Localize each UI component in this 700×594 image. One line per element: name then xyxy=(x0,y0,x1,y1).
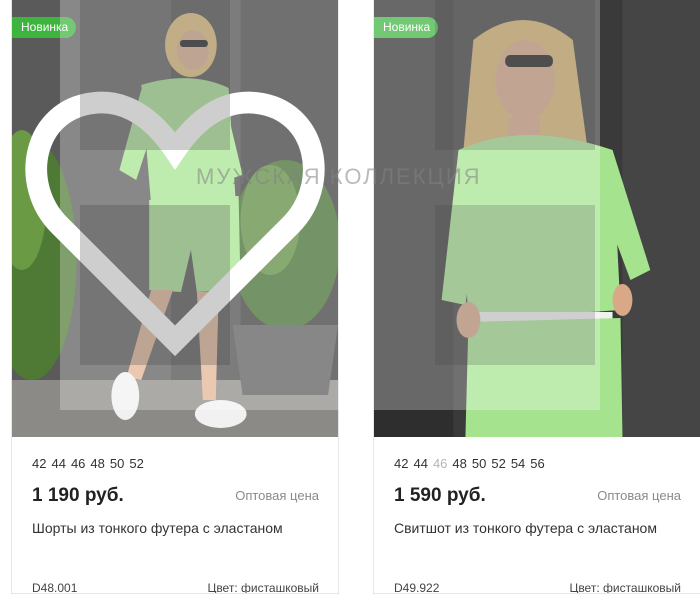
size-option[interactable]: 50 xyxy=(110,456,124,471)
price: 1 190 руб. xyxy=(32,485,124,506)
size-option[interactable]: 56 xyxy=(530,456,544,471)
product-sku: D48.001 xyxy=(32,581,78,594)
size-option[interactable]: 46 xyxy=(71,456,85,471)
product-title[interactable]: Свитшот из тонкого футера с эластаном xyxy=(394,519,684,537)
size-option[interactable]: 54 xyxy=(511,456,525,471)
size-option[interactable]: 44 xyxy=(413,456,427,471)
new-badge: Новинка xyxy=(374,17,439,38)
product-color: Цвет: фисташковый xyxy=(569,581,681,594)
product-photo[interactable]: Новинка xyxy=(12,0,338,437)
collection-banner-text: МУЖСКАЯ КОЛЛЕКЦИЯ xyxy=(196,164,482,189)
size-list: 42 44 46 48 50 52 54 56 xyxy=(394,456,550,471)
product-photo[interactable]: Новинка xyxy=(374,0,700,437)
size-option[interactable]: 42 xyxy=(394,456,408,471)
size-option[interactable]: 48 xyxy=(90,456,104,471)
product-card[interactable]: Новинка 42 44 46 48 50 52 1 190 руб. Оптовая … xyxy=(11,0,339,594)
size-option[interactable]: 52 xyxy=(129,456,143,471)
product-card[interactable]: Новинка 42 44 46 48 50 52 54 56 1 590 руб. Опто… xyxy=(373,0,700,594)
heart-icon[interactable] xyxy=(12,0,338,437)
size-option[interactable]: 52 xyxy=(491,456,505,471)
price: 1 590 руб. xyxy=(394,485,486,506)
wholesale-price-label[interactable]: Оптовая цена xyxy=(597,488,681,503)
product-title[interactable]: Шорты из тонкого футера с эластаном xyxy=(32,519,322,537)
wholesale-price-label[interactable]: Оптовая цена xyxy=(235,488,319,503)
product-color: Цвет: фисташковый xyxy=(207,581,319,594)
size-list: 42 44 46 48 50 52 xyxy=(32,456,149,471)
size-option[interactable]: 44 xyxy=(51,456,65,471)
size-option[interactable]: 48 xyxy=(452,456,466,471)
product-sku: D49.922 xyxy=(394,581,440,594)
product-photo-image xyxy=(374,0,700,437)
size-option-unavailable: 46 xyxy=(432,456,448,471)
size-option[interactable]: 42 xyxy=(32,456,46,471)
size-option[interactable]: 50 xyxy=(472,456,486,471)
